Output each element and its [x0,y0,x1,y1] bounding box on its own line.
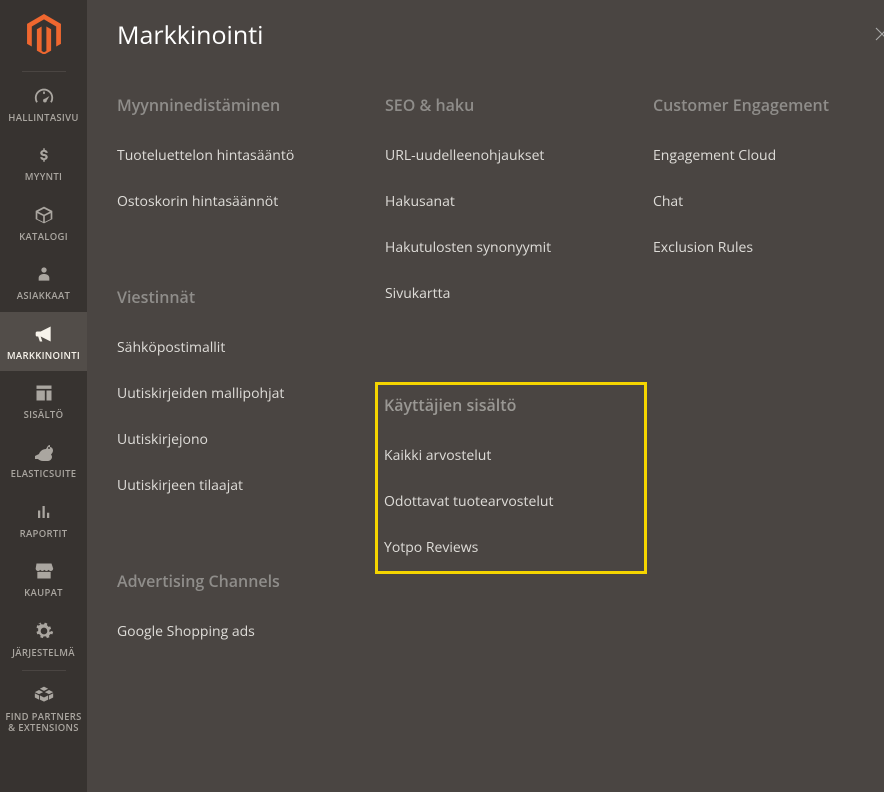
nav-catalog[interactable]: KATALOGI [0,193,87,252]
link-search-synonyms[interactable]: Hakutulosten synonyymit [385,238,653,257]
nav-label: ASIAKKAAT [17,290,70,301]
section-title-advertising: Advertising Channels [117,570,385,592]
megaphone-icon [33,323,55,345]
link-newsletter-queue[interactable]: Uutiskirjejono [117,430,385,449]
link-search-terms[interactable]: Hakusanat [385,192,653,211]
link-catalog-price-rule[interactable]: Tuoteluettelon hintasääntö [117,146,385,165]
nav-label: KAUPAT [24,587,63,598]
nav-label: HALLINTASIVU [8,112,78,123]
dollar-icon [35,144,53,166]
magento-logo[interactable] [27,14,61,59]
link-sitemap[interactable]: Sivukartta [385,284,653,303]
nav-label: ELASTICSUITE [11,468,77,479]
panel-header: Markkinointi [87,0,884,78]
nav-stores[interactable]: KAUPAT [0,549,87,608]
person-icon [36,263,52,285]
nav-label: FIND PARTNERS & EXTENSIONS [5,711,81,734]
link-email-templates[interactable]: Sähköpostimallit [117,338,385,357]
chart-icon [35,501,53,523]
link-yotpo-reviews[interactable]: Yotpo Reviews [384,538,638,557]
panel-title: Markkinointi [117,18,263,52]
nav-customers[interactable]: ASIAKKAAT [0,252,87,311]
link-all-reviews[interactable]: Kaikki arvostelut [384,446,638,465]
link-chat[interactable]: Chat [653,192,884,211]
close-icon[interactable] [873,22,884,49]
link-newsletter-subscribers[interactable]: Uutiskirjeen tilaajat [117,476,385,495]
link-newsletter-templates[interactable]: Uutiskirjeiden mallipohjat [117,384,385,403]
user-content-highlight: Käyttäjien sisältö Kaikki arvostelut Odo… [375,382,647,574]
link-pending-reviews[interactable]: Odottavat tuotearvostelut [384,492,638,511]
nav-sales[interactable]: MYYNTI [0,133,87,192]
link-exclusion-rules[interactable]: Exclusion Rules [653,238,884,257]
layout-icon [34,382,54,404]
box-icon [34,204,54,226]
nav-partners[interactable]: FIND PARTNERS & EXTENSIONS [0,673,87,744]
link-url-rewrites[interactable]: URL-uudelleenohjaukset [385,146,653,165]
flyout-panel: Markkinointi Myynninedistäminen Tuotelue… [87,0,884,792]
menu-column-2: SEO & haku URL-uudelleenohjaukset Hakusa… [385,78,653,668]
nav-system[interactable]: JÄRJESTELMÄ [0,609,87,668]
nav-label: SISÄLTÖ [24,409,64,420]
nav-divider [22,71,66,72]
nav-label: RAPORTIT [20,528,68,539]
nav-label: MYYNTI [25,171,63,182]
nav-marketing[interactable]: MARKKINOINTI [0,312,87,371]
menu-columns: Myynninedistäminen Tuoteluettelon hintas… [87,78,884,668]
nav-label: KATALOGI [19,231,68,242]
link-cart-price-rules[interactable]: Ostoskorin hintasäännöt [117,192,385,211]
admin-sidebar: HALLINTASIVU MYYNTI KATALOGI ASIAKKAAT M… [0,0,87,792]
store-icon [33,560,55,582]
nav-divider [22,670,66,671]
section-title-engagement: Customer Engagement [653,94,884,116]
link-engagement-cloud[interactable]: Engagement Cloud [653,146,884,165]
nav-label: JÄRJESTELMÄ [12,647,75,658]
menu-column-1: Myynninedistäminen Tuoteluettelon hintas… [117,78,385,668]
nav-content[interactable]: SISÄLTÖ [0,371,87,430]
section-title-user-content: Käyttäjien sisältö [384,394,638,416]
section-title-communications: Viestinnät [117,286,385,308]
rabbit-icon [32,441,56,463]
section-title-seo: SEO & haku [385,94,653,116]
section-title-promotions: Myynninedistäminen [117,94,385,116]
nav-label: MARKKINOINTI [7,350,80,361]
nav-elasticsuite[interactable]: ELASTICSUITE [0,430,87,489]
menu-column-3: Customer Engagement Engagement Cloud Cha… [653,78,884,668]
nav-reports[interactable]: RAPORTIT [0,490,87,549]
gauge-icon [33,85,55,107]
boxes-icon [33,684,55,706]
gear-icon [34,620,54,642]
link-google-shopping[interactable]: Google Shopping ads [117,622,385,641]
nav-dashboard[interactable]: HALLINTASIVU [0,74,87,133]
